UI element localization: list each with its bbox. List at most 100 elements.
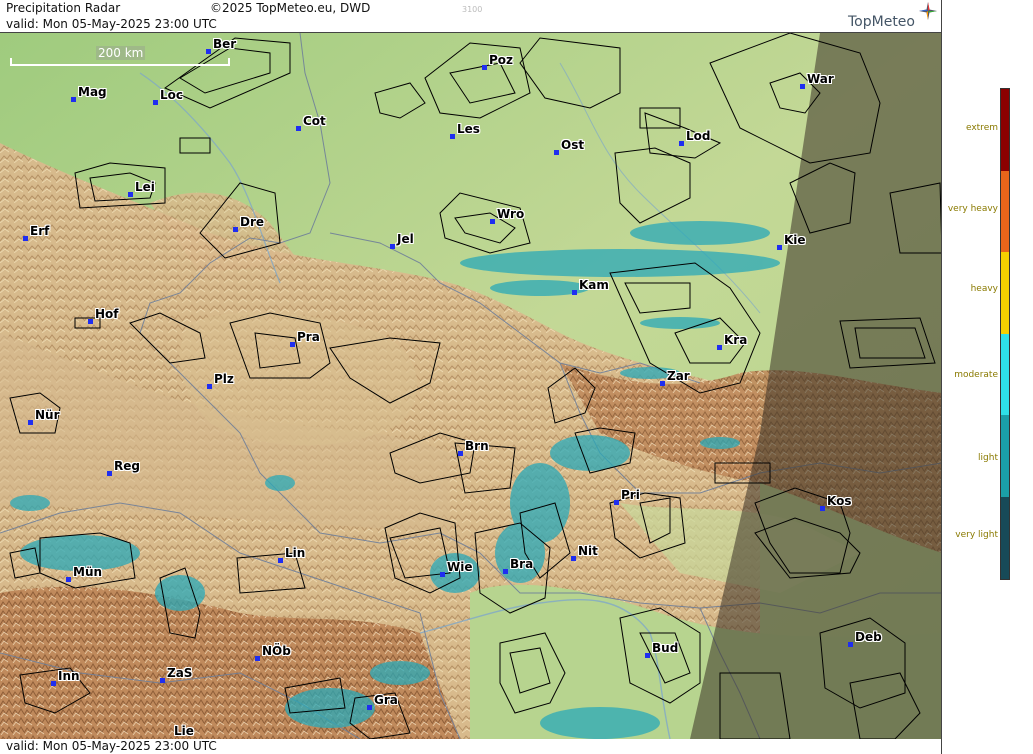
scale-line: [10, 64, 230, 66]
city-dot-icon: [571, 556, 576, 561]
city-dot-icon: [290, 342, 295, 347]
city-label: Les: [457, 122, 480, 136]
city-label: Nit: [578, 544, 598, 558]
scale-tick-right: [228, 58, 230, 66]
city-label: Hof: [95, 307, 119, 321]
city-label: Pra: [297, 330, 320, 344]
legend-label-moderate: moderate: [954, 370, 998, 380]
map-code: 3100: [462, 5, 483, 14]
city-dot-icon: [88, 319, 93, 324]
city-label: Erf: [30, 224, 50, 238]
city-dot-icon: [153, 100, 158, 105]
legend-color-bar: [1000, 88, 1010, 580]
header-bar: Precipitation Radar valid: Mon 05-May-20…: [0, 0, 942, 33]
radar-map[interactable]: 200 km Ber Poz War Mag Loc Cot Les Lod O…: [0, 33, 942, 739]
brand-logo-text[interactable]: TopMeteo: [848, 14, 915, 30]
city-label: Lod: [686, 129, 711, 143]
valid-time-bottom: valid: Mon 05-May-2025 23:00 UTC: [6, 739, 217, 753]
city-dot-icon: [51, 681, 56, 686]
city-dot-icon: [66, 577, 71, 582]
compass-star-icon: [919, 2, 937, 20]
city-label: Deb: [855, 630, 882, 644]
city-dot-icon: [800, 84, 805, 89]
city-label: ZaS: [167, 666, 193, 680]
city-dot-icon: [820, 506, 825, 511]
legend-swatch-heavy: [1001, 252, 1009, 334]
city-label: Pri: [621, 488, 640, 502]
city-dot-icon: [490, 219, 495, 224]
city-label: Nür: [35, 408, 60, 422]
legend-label-very-light: very light: [955, 530, 998, 540]
city-dot-icon: [440, 572, 445, 577]
copyright-text: ©2025 TopMeteo.eu, DWD: [210, 1, 371, 15]
city-dot-icon: [645, 653, 650, 658]
radar-map-app: Precipitation Radar valid: Mon 05-May-20…: [0, 0, 1033, 754]
city-label: Lei: [135, 180, 155, 194]
city-dot-icon: [367, 705, 372, 710]
city-label: Loc: [160, 88, 184, 102]
city-dot-icon: [160, 678, 165, 683]
city-dot-icon: [278, 558, 283, 563]
precipitation-legend: extrem very heavy heavy moderate light v…: [943, 0, 1033, 754]
city-dot-icon: [482, 65, 487, 70]
legend-swatch-moderate: [1001, 334, 1009, 415]
footer-bar: valid: Mon 05-May-2025 23:00 UTC: [0, 739, 942, 754]
city-label: Bra: [510, 557, 534, 571]
city-label: Bud: [652, 641, 679, 655]
legend-swatch-extrem: [1001, 89, 1009, 171]
city-dot-icon: [503, 569, 508, 574]
valid-time-top: valid: Mon 05-May-2025 23:00 UTC: [6, 17, 217, 31]
legend-label-extrem: extrem: [965, 123, 998, 133]
legend-swatch-very-heavy: [1001, 171, 1009, 252]
city-dot-icon: [572, 290, 577, 295]
legend-swatch-light: [1001, 415, 1009, 497]
city-dot-icon: [554, 150, 559, 155]
legend-swatch-very-light: [1001, 497, 1009, 579]
city-label: Plz: [214, 372, 234, 386]
city-dot-icon: [128, 192, 133, 197]
city-label: Kie: [784, 233, 806, 247]
city-label: Kam: [579, 278, 609, 292]
city-label: Wie: [447, 560, 473, 574]
city-dot-icon: [207, 384, 212, 389]
legend-label-heavy: heavy: [970, 284, 998, 294]
scale-bar: 200 km: [10, 46, 230, 68]
legend-label-very-heavy: very heavy: [947, 204, 998, 214]
city-dot-icon: [390, 244, 395, 249]
city-label: Brn: [465, 439, 489, 453]
city-label: Reg: [114, 459, 140, 473]
city-label: Wro: [497, 207, 525, 221]
city-dot-icon: [233, 227, 238, 232]
city-label: NÖb: [262, 644, 291, 658]
scale-label: 200 km: [96, 46, 146, 60]
city-label: War: [807, 72, 834, 86]
city-dot-icon: [777, 245, 782, 250]
city-dot-icon: [458, 451, 463, 456]
city-dot-icon: [28, 420, 33, 425]
city-dot-icon: [717, 345, 722, 350]
city-dot-icon: [206, 49, 211, 54]
city-label: Kos: [827, 494, 852, 508]
city-label: Lie: [174, 724, 194, 738]
city-label: Dre: [240, 215, 265, 229]
city-dot-icon: [71, 97, 76, 102]
city-label: Jel: [397, 232, 414, 246]
city-dot-icon: [296, 126, 301, 131]
city-dot-icon: [23, 236, 28, 241]
city-label: Poz: [489, 53, 514, 67]
city-dot-icon: [614, 500, 619, 505]
city-dot-icon: [679, 141, 684, 146]
map-title: Precipitation Radar: [6, 1, 121, 15]
city-label: Gra: [374, 693, 398, 707]
city-label: Ber: [213, 37, 237, 51]
city-label: Inn: [58, 669, 80, 683]
city-label: Kra: [724, 333, 748, 347]
city-label: Zar: [667, 369, 690, 383]
legend-label-light: light: [978, 453, 998, 463]
city-label: Mün: [73, 565, 103, 579]
city-label: Ost: [561, 138, 585, 152]
city-dot-icon: [107, 471, 112, 476]
city-label: Mag: [78, 85, 107, 99]
city-label: Cot: [303, 114, 326, 128]
city-dot-icon: [848, 642, 853, 647]
